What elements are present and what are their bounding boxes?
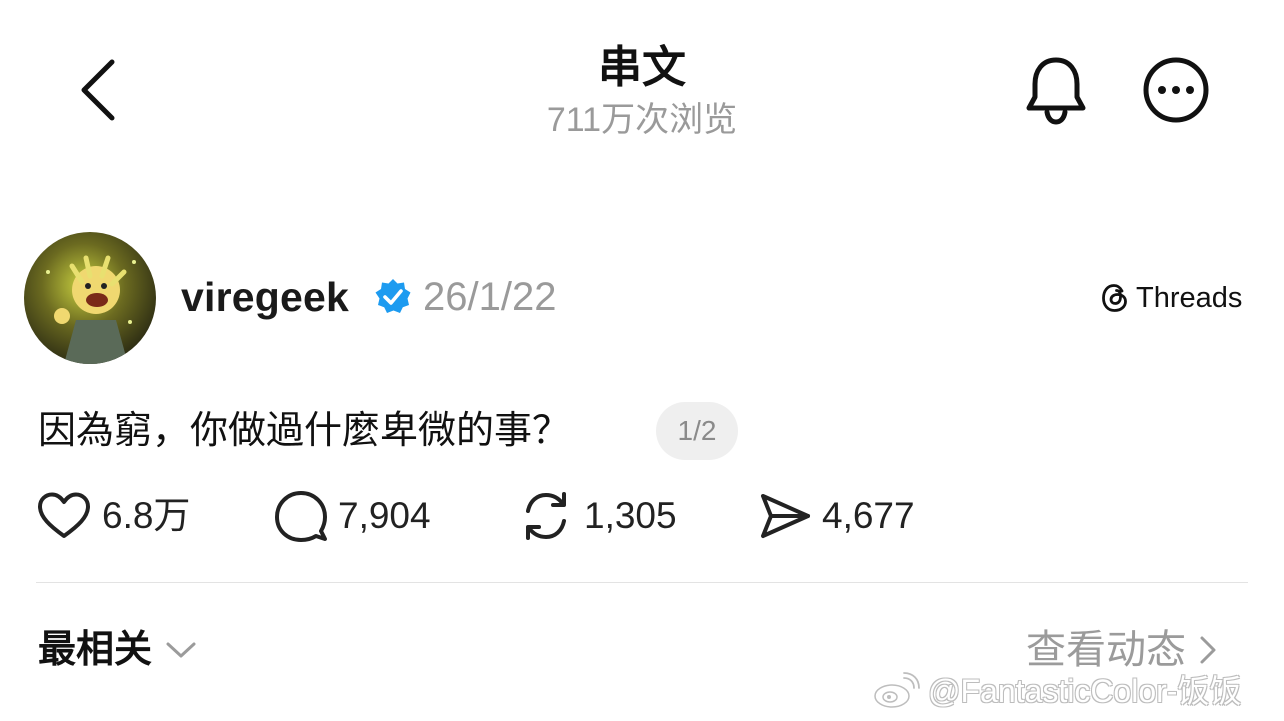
back-button[interactable] [70, 52, 130, 128]
like-count: 6.8万 [102, 495, 191, 536]
sort-label: 最相关 [38, 629, 153, 671]
verified-badge [374, 278, 412, 316]
threads-badge[interactable]: Threads [1100, 278, 1242, 318]
comment-button[interactable]: 7,904 [274, 488, 431, 544]
repost-button[interactable]: 1,305 [518, 488, 677, 544]
page-indicator: 1/2 [656, 402, 738, 460]
username[interactable]: viregeek [181, 272, 349, 322]
page-title: 串文 [598, 43, 686, 92]
notification-button[interactable] [1020, 52, 1092, 128]
watermark: @FantasticColor-饭饭 [872, 666, 1241, 716]
post-date: 26/1/22 [423, 275, 557, 319]
like-button[interactable]: 6.8万 [36, 488, 190, 544]
post-text: 因為窮，你做過什麼卑微的事？ [38, 410, 571, 452]
repost-icon [526, 492, 566, 540]
platform-label: Threads [1136, 282, 1243, 314]
verified-icon [375, 279, 411, 313]
avatar[interactable] [24, 232, 156, 364]
weibo-icon [874, 672, 920, 708]
more-options-button[interactable] [1140, 54, 1212, 126]
threads-logo-icon [1102, 284, 1127, 312]
avatar-image [24, 232, 156, 364]
more-icon [1143, 57, 1209, 123]
back-icon [81, 59, 115, 121]
sort-dropdown[interactable]: 最相关 [38, 624, 198, 676]
view-count: 711万次浏览 [546, 101, 738, 139]
share-icon [761, 494, 810, 538]
comment-count: 7,904 [338, 495, 431, 536]
heart-icon [38, 492, 90, 538]
chevron-down-icon [166, 642, 196, 658]
share-button[interactable]: 4,677 [758, 488, 915, 544]
bell-icon [1026, 57, 1086, 125]
watermark-text: @FantasticColor-饭饭 [928, 673, 1242, 709]
repost-count: 1,305 [584, 495, 677, 536]
comment-icon [275, 491, 327, 542]
share-count: 4,677 [822, 495, 915, 536]
divider [36, 582, 1248, 583]
chevron-right-icon [1200, 636, 1216, 664]
